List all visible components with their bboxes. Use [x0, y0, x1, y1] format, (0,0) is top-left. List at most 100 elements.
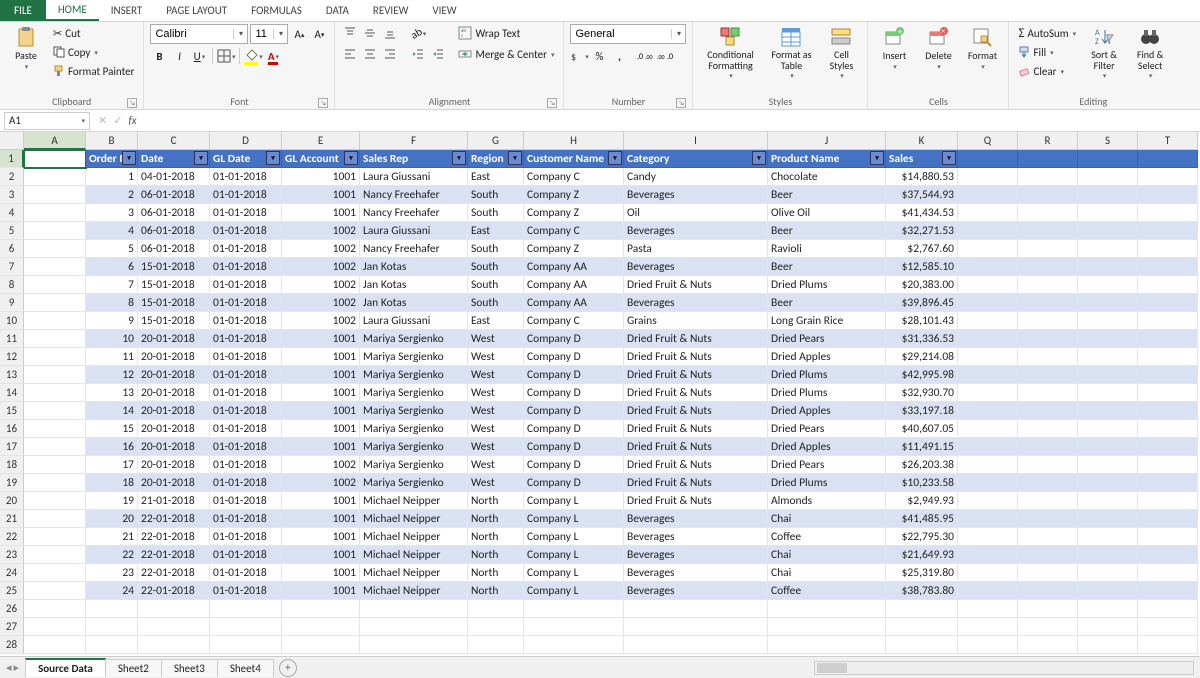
- cell[interactable]: [1138, 438, 1198, 456]
- cell[interactable]: 1002: [282, 276, 360, 294]
- cell[interactable]: [524, 636, 624, 654]
- cell[interactable]: [24, 384, 86, 402]
- cell[interactable]: Beverages: [624, 186, 768, 204]
- cell[interactable]: [958, 456, 1018, 474]
- cell[interactable]: Company D: [524, 456, 624, 474]
- cell[interactable]: $33,197.18: [886, 402, 958, 420]
- cell[interactable]: [1018, 474, 1078, 492]
- cell[interactable]: [1078, 546, 1138, 564]
- cell[interactable]: [138, 600, 210, 618]
- column-header-Q[interactable]: Q: [958, 132, 1018, 150]
- cell[interactable]: [958, 312, 1018, 330]
- cell[interactable]: [958, 348, 1018, 366]
- cell[interactable]: Laura Giussani: [360, 222, 468, 240]
- cell[interactable]: [1078, 366, 1138, 384]
- cell[interactable]: 01-01-2018: [210, 582, 282, 600]
- cell[interactable]: South: [468, 240, 524, 258]
- filter-dropdown-icon[interactable]: ▾: [942, 151, 956, 165]
- row-header[interactable]: 22: [0, 528, 24, 546]
- cell[interactable]: Product Name▾: [768, 150, 886, 168]
- align-top-button[interactable]: [341, 24, 359, 42]
- clear-button[interactable]: Clear▾: [1015, 62, 1079, 80]
- cell[interactable]: South: [468, 186, 524, 204]
- cell[interactable]: $40,607.05: [886, 420, 958, 438]
- cell[interactable]: Sales▾: [886, 150, 958, 168]
- cell[interactable]: Company L: [524, 492, 624, 510]
- cell[interactable]: 20-01-2018: [138, 420, 210, 438]
- cell[interactable]: 4: [86, 222, 138, 240]
- cell[interactable]: South: [468, 294, 524, 312]
- cell[interactable]: [958, 528, 1018, 546]
- cell[interactable]: 15-01-2018: [138, 294, 210, 312]
- cell[interactable]: [958, 492, 1018, 510]
- cell[interactable]: [1078, 582, 1138, 600]
- cell[interactable]: [1138, 168, 1198, 186]
- cell[interactable]: Michael Neipper: [360, 492, 468, 510]
- cell[interactable]: [24, 348, 86, 366]
- cell[interactable]: 01-01-2018: [210, 528, 282, 546]
- cell[interactable]: [958, 582, 1018, 600]
- cell[interactable]: Category▾: [624, 150, 768, 168]
- cell[interactable]: North: [468, 546, 524, 564]
- tab-view[interactable]: VIEW: [420, 0, 468, 21]
- cell[interactable]: 01-01-2018: [210, 348, 282, 366]
- cell[interactable]: [958, 276, 1018, 294]
- cell[interactable]: 01-01-2018: [210, 564, 282, 582]
- cell[interactable]: [282, 600, 360, 618]
- cell[interactable]: [1078, 474, 1138, 492]
- cell[interactable]: 22-01-2018: [138, 528, 210, 546]
- cell[interactable]: Mariya Sergienko: [360, 438, 468, 456]
- row-header[interactable]: 7: [0, 258, 24, 276]
- row-header[interactable]: 20: [0, 492, 24, 510]
- cell[interactable]: [1138, 492, 1198, 510]
- cell[interactable]: 3: [86, 204, 138, 222]
- column-header-F[interactable]: F: [360, 132, 468, 150]
- cell[interactable]: $12,585.10: [886, 258, 958, 276]
- cell[interactable]: Chai: [768, 564, 886, 582]
- cell[interactable]: Company L: [524, 546, 624, 564]
- cell[interactable]: Dried Fruit & Nuts: [624, 330, 768, 348]
- cell[interactable]: East: [468, 222, 524, 240]
- column-header-R[interactable]: R: [1018, 132, 1078, 150]
- tab-review[interactable]: REVIEW: [361, 0, 421, 21]
- font-color-button[interactable]: A▾: [264, 47, 282, 65]
- select-all-corner[interactable]: [0, 132, 24, 150]
- cell[interactable]: 15: [86, 420, 138, 438]
- cell[interactable]: [210, 636, 282, 654]
- cell[interactable]: East: [468, 168, 524, 186]
- cell[interactable]: [138, 636, 210, 654]
- cell[interactable]: North: [468, 492, 524, 510]
- cell[interactable]: [1138, 384, 1198, 402]
- column-header-E[interactable]: E: [282, 132, 360, 150]
- cell[interactable]: [1078, 600, 1138, 618]
- cell[interactable]: Dried Plums: [768, 276, 886, 294]
- cell[interactable]: 01-01-2018: [210, 222, 282, 240]
- cell[interactable]: [1018, 384, 1078, 402]
- cell[interactable]: Coffee: [768, 582, 886, 600]
- cell[interactable]: Dried Plums: [768, 474, 886, 492]
- cell[interactable]: [1138, 546, 1198, 564]
- cell[interactable]: $29,214.08: [886, 348, 958, 366]
- row-header[interactable]: 6: [0, 240, 24, 258]
- cell[interactable]: Company AA: [524, 258, 624, 276]
- cell[interactable]: $10,233.58: [886, 474, 958, 492]
- cell[interactable]: Dried Fruit & Nuts: [624, 420, 768, 438]
- cell[interactable]: Company AA: [524, 276, 624, 294]
- cell[interactable]: [1078, 492, 1138, 510]
- format-as-table-button[interactable]: Format as Table▾: [765, 24, 817, 82]
- cell[interactable]: Company D: [524, 438, 624, 456]
- row-header[interactable]: 16: [0, 420, 24, 438]
- cell[interactable]: Michael Neipper: [360, 564, 468, 582]
- cell[interactable]: [958, 438, 1018, 456]
- cell[interactable]: Order ID▾: [86, 150, 138, 168]
- row-header[interactable]: 26: [0, 600, 24, 618]
- align-right-button[interactable]: [381, 45, 399, 63]
- cell[interactable]: [1018, 276, 1078, 294]
- font-size-input[interactable]: [251, 28, 273, 40]
- cells-area[interactable]: Order ID▾Date▾GL Date▾GL Account▾Sales R…: [24, 150, 1200, 656]
- cell[interactable]: 1001: [282, 546, 360, 564]
- cell[interactable]: [1018, 150, 1078, 168]
- tab-formulas[interactable]: FORMULAS: [239, 0, 314, 21]
- cell[interactable]: $38,783.80: [886, 582, 958, 600]
- cell[interactable]: [1018, 168, 1078, 186]
